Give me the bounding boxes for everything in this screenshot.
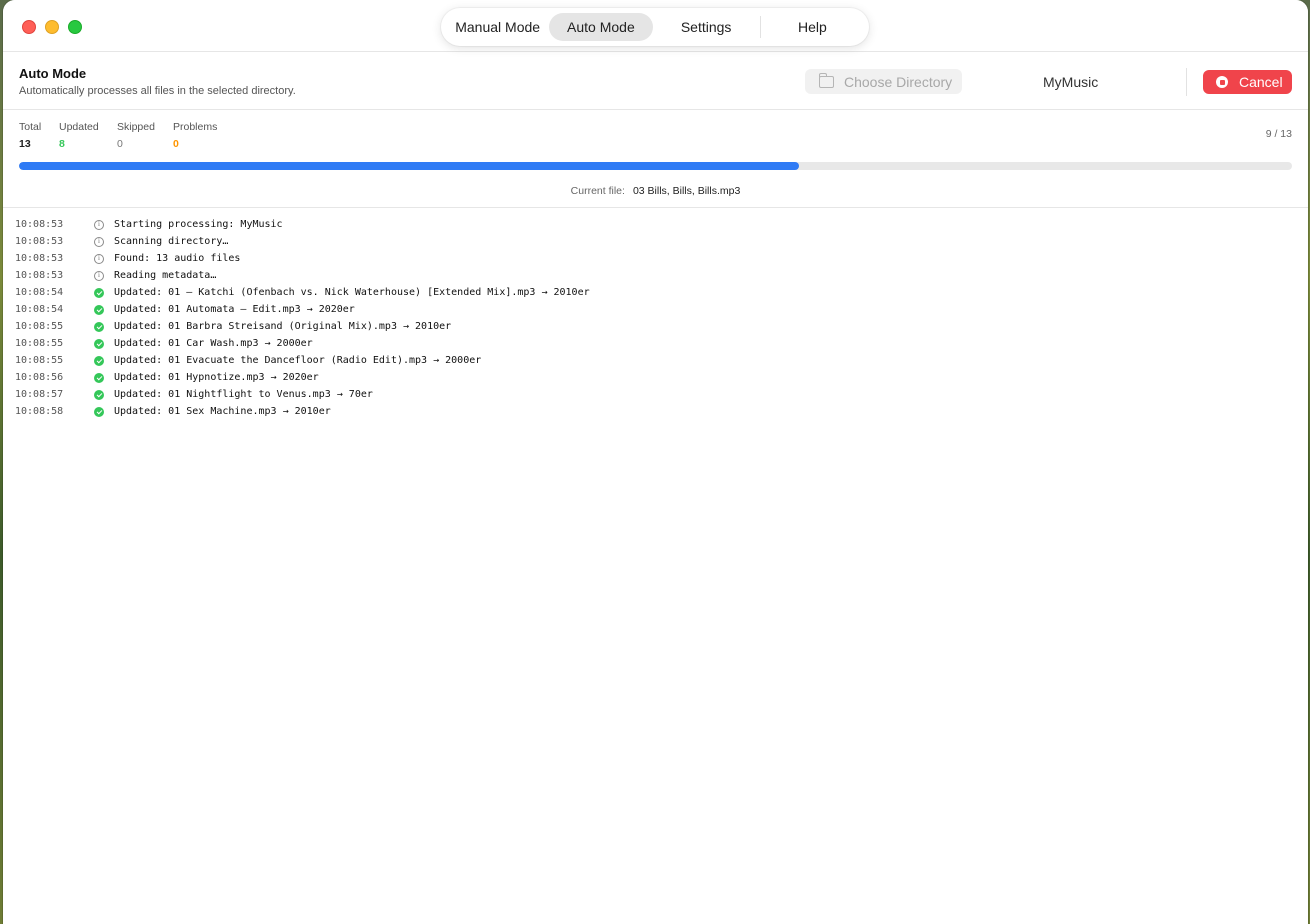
info-icon: i [94,219,104,230]
app-window: Manual Mode Auto Mode Settings Help Auto… [3,0,1308,924]
progress-count: 9 / 13 [1265,128,1292,140]
stat-problems-label: Problems [173,121,218,133]
log-message: Updated: 01 Nightflight to Venus.mp3 → 7… [114,389,373,400]
log-entry: 10:08:55 Updated: 01 Evacuate the Dancefl… [3,352,1308,369]
progress-panel: Total 13 Updated 8 Skipped 0 Problems 0 … [3,110,1308,208]
log-entry: 10:08:58 Updated: 01 Sex Machine.mp3 → 20… [3,403,1308,420]
cancel-button[interactable]: Cancel [1203,70,1292,94]
stat-total-label: Total [19,121,42,133]
log-timestamp: 10:08:57 [15,389,64,400]
stat-total: Total 13 [19,121,41,150]
mode-segmented-control: Manual Mode Auto Mode Settings Help [441,8,869,46]
log-timestamp: 10:08:54 [15,287,64,298]
stop-icon [1216,76,1228,88]
log-message: Reading metadata… [114,270,217,281]
tab-help[interactable]: Help [761,13,864,41]
stat-updated-label: Updated [59,121,99,133]
log-entry: 10:08:53 i Reading metadata… [3,267,1308,284]
log-timestamp: 10:08:55 [15,355,64,366]
check-icon [94,321,104,332]
progress-bar [19,162,1292,170]
log-timestamp: 10:08:58 [15,406,64,417]
stat-problems: Problems 0 [173,121,217,150]
log-entry: 10:08:53 i Starting processing: MyMusic [3,216,1308,233]
page-title: Auto Mode [19,66,87,81]
window-controls [22,20,82,34]
log-message: Updated: 01 Evacuate the Dancefloor (Rad… [114,355,482,366]
zoom-window-button[interactable] [68,20,82,34]
log-message: Updated: 01 Barbra Streisand (Original M… [114,321,452,332]
log-timestamp: 10:08:55 [15,321,64,332]
title-bar: Manual Mode Auto Mode Settings Help [3,0,1308,52]
current-file: Current file: 03 Bills, Bills, Bills.mp3 [3,185,1308,197]
check-icon [94,389,104,400]
log-entry: 10:08:55 Updated: 01 Barbra Streisand (Or… [3,318,1308,335]
info-icon: i [94,236,104,247]
minimize-window-button[interactable] [45,20,59,34]
activity-log: 10:08:53 i Starting processing: MyMusic 10:… [3,208,1308,420]
stat-skipped-value: 0 [117,138,123,150]
stat-problems-value: 0 [173,138,179,150]
folder-icon [818,72,834,88]
log-message: Found: 13 audio files [114,253,241,264]
stat-skipped: Skipped 0 [117,121,155,150]
choose-directory-label: Choose Directory [844,73,953,90]
selected-directory-name: MyMusic [1043,74,1099,90]
check-icon [94,355,104,366]
log-timestamp: 10:08:53 [15,236,64,247]
check-icon [94,406,104,417]
log-message: Updated: 01 Car Wash.mp3 → 2000er [114,338,313,349]
log-message: Starting processing: MyMusic [114,219,283,230]
log-entry: 10:08:53 i Scanning directory… [3,233,1308,250]
log-message: Scanning directory… [114,236,229,247]
log-entry: 10:08:54 Updated: 01 — Katchi (Ofenbach v… [3,284,1308,301]
log-entry: 10:08:53 i Found: 13 audio files [3,250,1308,267]
tab-manual-mode[interactable]: Manual Mode [446,13,549,41]
log-entry: 10:08:54 Updated: 01 Automata — Edit.mp3 … [3,301,1308,318]
log-timestamp: 10:08:53 [15,219,64,230]
check-icon [94,304,104,315]
log-entry: 10:08:55 Updated: 01 Car Wash.mp3 → 2000e… [3,335,1308,352]
log-message: Updated: 01 Automata — Edit.mp3 → 2020er [114,304,355,315]
log-message: Updated: 01 Sex Machine.mp3 → 2010er [114,406,331,417]
log-entry: 10:08:56 Updated: 01 Hypnotize.mp3 → 2020… [3,369,1308,386]
tab-settings[interactable]: Settings [653,13,760,41]
choose-directory-button[interactable]: Choose Directory [805,69,962,94]
close-window-button[interactable] [22,20,36,34]
info-icon: i [94,270,104,281]
log-timestamp: 10:08:53 [15,270,64,281]
current-file-value: 03 Bills, Bills, Bills.mp3 [632,185,741,197]
log-message: Updated: 01 Hypnotize.mp3 → 2020er [114,372,319,383]
stat-skipped-label: Skipped [117,121,155,133]
log-timestamp: 10:08:53 [15,253,64,264]
current-file-label: Current file: [570,185,625,197]
header-divider [1186,68,1187,96]
log-timestamp: 10:08:54 [15,304,64,315]
progress-bar-fill [19,162,800,170]
log-timestamp: 10:08:55 [15,338,64,349]
cancel-label: Cancel [1239,74,1283,90]
check-icon [94,287,104,298]
info-icon: i [94,253,104,264]
stat-updated-value: 8 [59,138,65,150]
page-subtitle: Automatically processes all files in the… [19,85,296,97]
check-icon [94,338,104,349]
log-message: Updated: 01 — Katchi (Ofenbach vs. Nick … [114,287,590,298]
log-timestamp: 10:08:56 [15,372,64,383]
stat-total-value: 13 [19,138,31,150]
log-entry: 10:08:57 Updated: 01 Nightflight to Venus… [3,386,1308,403]
stat-updated: Updated 8 [59,121,99,150]
tab-auto-mode[interactable]: Auto Mode [549,13,653,41]
check-icon [94,372,104,383]
mode-header: Auto Mode Automatically processes all fi… [3,52,1308,110]
